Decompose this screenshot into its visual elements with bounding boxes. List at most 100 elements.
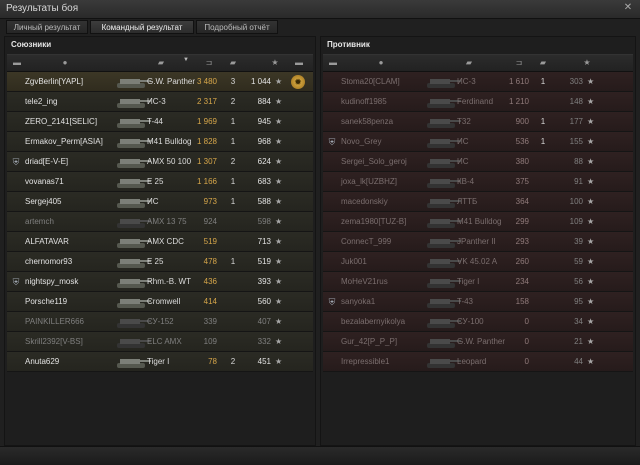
star-icon: ★ (587, 177, 595, 186)
player-row[interactable]: ZgvBerlin[YAPL] G.W. Panther 3 480 3 1 044 ★ ✹ (7, 72, 313, 92)
player-row[interactable]: ⛨ driad[E-V-E] AMX 50 100 1 307 2 624 ★ (7, 152, 313, 172)
player-row[interactable]: ⛨ Novo_Grey ИС 536 1 155 ★ (323, 132, 633, 152)
player-row[interactable]: kudinoff1985 Ferdinand 1 210 148 ★ (323, 92, 633, 112)
star-icon: ★ (275, 217, 283, 226)
player-row[interactable]: sanek58penza T32 900 1 177 ★ (323, 112, 633, 132)
tank-name: VK 45.02 A (457, 257, 498, 266)
player-row[interactable]: Skrill2392[V-BS] ELC AMX 109 332 ★ (7, 332, 313, 352)
player-row[interactable]: bezalabernyikolya СУ-100 0 34 ★ (323, 312, 633, 332)
player-row[interactable]: Juk001 VK 45.02 A 260 59 ★ (323, 252, 633, 272)
tank-name: E 25 (147, 257, 164, 266)
player-row[interactable]: artemch AMX 13 75 924 598 ★ (7, 212, 313, 232)
damage-value: 0 (524, 357, 529, 366)
xp-star-icon[interactable]: ★ (581, 58, 593, 68)
damage-value: 1 610 (508, 77, 529, 86)
squad-icon[interactable]: ▬ (11, 58, 23, 68)
xp-star-icon[interactable]: ★ (269, 58, 281, 68)
title-bar: Результаты боя ✕ (0, 0, 640, 19)
player-icon[interactable]: ● (375, 58, 387, 68)
player-row[interactable]: Sergej405 ИС 973 1 588 ★ (7, 192, 313, 212)
player-row[interactable]: ⛨ nightspy_mosk Rhm.-B. WT 436 393 ★ (7, 272, 313, 292)
kills-value: 3 (230, 77, 236, 86)
player-row[interactable]: vovanas71 E 25 1 166 1 683 ★ (7, 172, 313, 192)
damage-icon[interactable]: ⊐ (513, 58, 525, 68)
tank-icon[interactable]: ▰ (463, 58, 475, 68)
player-row[interactable]: macedonskiy ЛТТБ 364 100 ★ (323, 192, 633, 212)
player-row[interactable]: tele2_ing ИС-3 2 317 2 884 ★ (7, 92, 313, 112)
player-row[interactable]: Ermakov_Perm[ASIA] M41 Bulldog 1 828 1 968 ★ (7, 132, 313, 152)
kills-icon[interactable]: ▰ (227, 58, 239, 68)
player-row[interactable]: ⛨ sanyoka1 T-43 158 95 ★ (323, 292, 633, 312)
damage-value: 900 (515, 117, 529, 126)
damage-value: 2 317 (196, 97, 217, 106)
player-icon[interactable]: ● (59, 58, 71, 68)
player-row[interactable]: chernomor93 E 25 478 1 519 ★ (7, 252, 313, 272)
close-icon[interactable]: ✕ (622, 2, 634, 14)
damage-value: 380 (515, 157, 529, 166)
player-row[interactable]: ALFATAVAR AMX CDC 519 713 ★ (7, 232, 313, 252)
medal-column-icon[interactable]: ▬ (293, 58, 305, 68)
tab-detailed-report[interactable]: Подробный отчёт (196, 20, 278, 34)
player-row[interactable]: zema1980[TUZ-B] M41 Bulldog 299 109 ★ (323, 212, 633, 232)
star-icon: ★ (587, 337, 595, 346)
player-name: Skrill2392[V-BS] (25, 337, 83, 346)
player-name: driad[E-V-E] (25, 157, 69, 166)
star-icon: ★ (275, 137, 283, 146)
damage-value: 260 (515, 257, 529, 266)
tank-name: AMX 13 75 (147, 217, 187, 226)
tank-icon[interactable]: ▰ (155, 58, 167, 68)
tank-name: ИС-3 (147, 97, 166, 106)
player-name: PAINKILLER666 (25, 317, 84, 326)
xp-value: 148 (569, 97, 583, 106)
xp-value: 177 (569, 117, 583, 126)
tank-name: E 25 (147, 177, 164, 186)
star-icon: ★ (587, 137, 595, 146)
xp-value: 393 (257, 277, 271, 286)
player-row[interactable]: ZERO_2141[SELIC] T-44 1 969 1 945 ★ (7, 112, 313, 132)
xp-value: 332 (257, 337, 271, 346)
player-row[interactable]: Sergei_Solo_geroj ИС 380 88 ★ (323, 152, 633, 172)
player-row[interactable]: Anuta629 Tiger I 78 2 451 ★ (7, 352, 313, 372)
tab-team-result[interactable]: Командный результат (90, 20, 194, 34)
xp-value: 451 (257, 357, 271, 366)
tab-personal-result[interactable]: Личный результат (6, 20, 88, 34)
xp-value: 59 (574, 257, 583, 266)
kills-icon[interactable]: ▰ (537, 58, 549, 68)
kills-value: 1 (540, 77, 546, 86)
kills-value: 1 (540, 137, 546, 146)
player-row[interactable]: MoHeV21rus Tiger I 234 56 ★ (323, 272, 633, 292)
player-row[interactable]: Gur_42[P_P_P] G.W. Panther 0 21 ★ (323, 332, 633, 352)
player-row[interactable]: Porsche119 Cromwell 414 560 ★ (7, 292, 313, 312)
player-row[interactable]: PAINKILLER666 СУ-152 339 407 ★ (7, 312, 313, 332)
player-row[interactable]: Stoma20[CLAM] ИС-3 1 610 1 303 ★ (323, 72, 633, 92)
damage-icon[interactable]: ⊐ (203, 58, 215, 68)
tank-name: G.W. Panther (457, 337, 506, 346)
tank-name: AMX 50 100 (147, 157, 192, 166)
kills-value: 1 (230, 197, 236, 206)
tank-name: T-43 (457, 297, 474, 306)
kills-value: 1 (230, 137, 236, 146)
tank-name: M41 Bulldog (147, 137, 192, 146)
sort-arrow-icon: ▼ (183, 57, 189, 63)
player-row[interactable]: Irrepressible1 Leopard 0 44 ★ (323, 352, 633, 372)
medal-icon[interactable]: ✹ (291, 75, 305, 89)
kills-value: 2 (230, 357, 236, 366)
player-name: chernomor93 (25, 257, 73, 266)
kills-value: 2 (230, 157, 236, 166)
damage-value: 158 (515, 297, 529, 306)
xp-value: 1 044 (250, 77, 271, 86)
xp-value: 884 (257, 97, 271, 106)
xp-value: 407 (257, 317, 271, 326)
squad-icon[interactable]: ▬ (327, 58, 339, 68)
player-name: Ermakov_Perm[ASIA] (25, 137, 103, 146)
player-name: joxa_lk[UZBHZ] (341, 177, 398, 186)
star-icon: ★ (275, 97, 283, 106)
player-name: ConnecT_999 (341, 237, 392, 246)
shield-icon: ⛨ (328, 297, 336, 307)
xp-value: 95 (574, 297, 583, 306)
xp-value: 968 (257, 137, 271, 146)
player-row[interactable]: joxa_lk[UZBHZ] КВ-4 375 91 ★ (323, 172, 633, 192)
enemies-panel: Противник ▬ ● ▰ ⊐ ▰ ★ Stoma20[CLAM] ИС-3 1… (320, 36, 636, 446)
star-icon: ★ (275, 257, 283, 266)
player-row[interactable]: ConnecT_999 JPanther II 293 39 ★ (323, 232, 633, 252)
